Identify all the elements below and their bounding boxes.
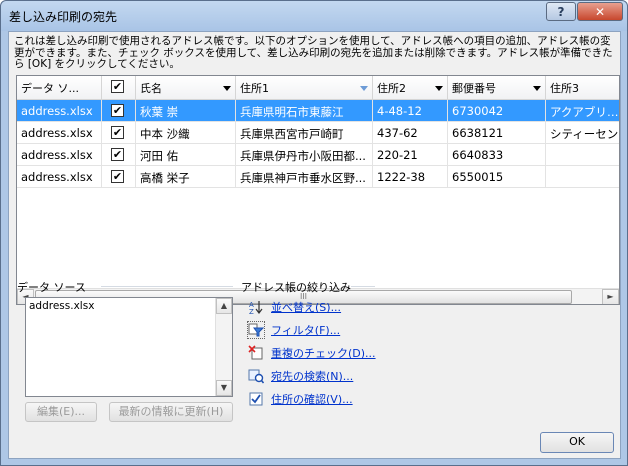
cell-address1: 兵庫県明石市東藤江 xyxy=(236,100,373,122)
duplicates-link-label[interactable]: 重複のチェック(D)... xyxy=(271,345,376,361)
cell-source: address.xlsx xyxy=(17,144,102,166)
sort-link[interactable]: AZ 並べ替え(S)... xyxy=(247,297,341,317)
window-title: 差し込み印刷の宛先 xyxy=(9,10,118,24)
scroll-right-icon[interactable]: ► xyxy=(602,289,619,304)
refine-group-label: アドレス帳の絞り込み xyxy=(241,281,351,294)
header-address2-label: 住所2 xyxy=(377,82,406,95)
find-recipient-icon xyxy=(247,367,265,385)
row-checkbox[interactable]: ✔ xyxy=(111,104,124,117)
find-recipient-link-label[interactable]: 宛先の検索(N)... xyxy=(271,368,353,384)
row-checkbox[interactable]: ✔ xyxy=(111,126,124,139)
cell-check: ✔ xyxy=(102,144,136,166)
edit-button[interactable]: 編集(E)... xyxy=(25,402,97,422)
cell-zip: 6640833 xyxy=(448,144,546,166)
table-row[interactable]: address.xlsx ✔ 河田 佑 兵庫県伊丹市小阪田都... 220-21… xyxy=(17,144,619,166)
header-name-label: 氏名 xyxy=(140,82,162,95)
dropdown-arrow-icon[interactable] xyxy=(533,86,541,91)
datasource-listbox[interactable]: address.xlsx ▲ ▼ xyxy=(25,297,233,397)
header-checkbox[interactable]: ✔ xyxy=(111,80,124,93)
dropdown-arrow-icon[interactable] xyxy=(435,86,443,91)
validate-address-icon xyxy=(247,390,265,408)
vertical-scrollbar[interactable]: ▲ ▼ xyxy=(215,298,232,396)
svg-text:Z: Z xyxy=(249,308,254,315)
find-recipient-link[interactable]: 宛先の検索(N)... xyxy=(247,366,353,386)
header-zip[interactable]: 郵便番号 xyxy=(448,76,546,100)
scroll-up-icon[interactable]: ▲ xyxy=(216,298,232,314)
validate-address-link-label[interactable]: 住所の確認(V)... xyxy=(271,391,353,407)
scroll-down-icon[interactable]: ▼ xyxy=(216,380,232,396)
recipients-grid[interactable]: データ ソ... ✔ 氏名 住所1 住所2 郵便番号 住所3 address.x… xyxy=(16,75,620,305)
title-bar[interactable]: 差し込み印刷の宛先 ? ✕ xyxy=(1,1,627,31)
sort-icon: AZ xyxy=(247,298,265,316)
help-button[interactable]: ? xyxy=(546,2,576,21)
validate-address-link[interactable]: 住所の確認(V)... xyxy=(247,389,353,409)
table-row[interactable]: address.xlsx ✔ 高橋 栄子 兵庫県神戸市垂水区野... 1222-… xyxy=(17,166,619,188)
filter-icon xyxy=(247,321,265,339)
table-row[interactable]: address.xlsx ✔ 秋葉 崇 兵庫県明石市東藤江 4-48-12 67… xyxy=(17,100,619,122)
mail-merge-recipients-dialog: 差し込み印刷の宛先 ? ✕ これは差し込み印刷で使用されるアドレス帳です。以下の… xyxy=(0,0,628,466)
row-checkbox[interactable]: ✔ xyxy=(111,170,124,183)
header-address3[interactable]: 住所3 xyxy=(546,76,619,100)
cell-address3 xyxy=(546,144,619,166)
cell-zip: 6638121 xyxy=(448,122,546,144)
description-text: これは差し込み印刷で使用されるアドレス帳です。以下のオプションを使用して、アドレ… xyxy=(14,35,613,70)
header-data-source[interactable]: データ ソ... xyxy=(17,76,102,100)
cell-name: 河田 佑 xyxy=(136,144,236,166)
cell-check: ✔ xyxy=(102,122,136,144)
cell-name: 高橋 栄子 xyxy=(136,166,236,188)
cell-zip: 6550015 xyxy=(448,166,546,188)
cell-check: ✔ xyxy=(102,100,136,122)
duplicate-check-icon xyxy=(247,344,265,362)
refresh-button[interactable]: 最新の情報に更新(H) xyxy=(109,402,233,422)
list-item[interactable]: address.xlsx xyxy=(29,300,94,312)
datasource-group-label: データ ソース xyxy=(17,281,86,294)
cell-zip: 6730042 xyxy=(448,100,546,122)
dropdown-arrow-icon[interactable] xyxy=(223,86,231,91)
header-zip-label: 郵便番号 xyxy=(452,82,496,95)
header-address1[interactable]: 住所1 xyxy=(236,76,373,100)
filter-link[interactable]: フィルタ(F)... xyxy=(247,320,340,340)
cell-address1: 兵庫県西宮市戸崎町 xyxy=(236,122,373,144)
cell-address2: 1222-38 xyxy=(373,166,448,188)
cell-address1: 兵庫県伊丹市小阪田都... xyxy=(236,144,373,166)
filter-link-label[interactable]: フィルタ(F)... xyxy=(271,322,340,338)
header-address2[interactable]: 住所2 xyxy=(373,76,448,100)
row-checkbox[interactable]: ✔ xyxy=(111,148,124,161)
cell-address2: 220-21 xyxy=(373,144,448,166)
cell-source: address.xlsx xyxy=(17,166,102,188)
ok-button[interactable]: OK xyxy=(540,432,614,453)
cell-name: 中本 沙織 xyxy=(136,122,236,144)
cell-name: 秋葉 崇 xyxy=(136,100,236,122)
dialog-body: これは差し込み印刷で使用されるアドレス帳です。以下のオプションを使用して、アドレ… xyxy=(8,31,621,459)
cell-address2: 437-62 xyxy=(373,122,448,144)
header-check[interactable]: ✔ xyxy=(102,76,136,100)
duplicates-link[interactable]: 重複のチェック(D)... xyxy=(247,343,376,363)
header-name[interactable]: 氏名 xyxy=(136,76,236,100)
cell-address1: 兵庫県神戸市垂水区野... xyxy=(236,166,373,188)
table-row[interactable]: address.xlsx ✔ 中本 沙織 兵庫県西宮市戸崎町 437-62 66… xyxy=(17,122,619,144)
cell-check: ✔ xyxy=(102,166,136,188)
header-address1-label: 住所1 xyxy=(240,82,269,95)
cell-source: address.xlsx xyxy=(17,100,102,122)
close-button[interactable]: ✕ xyxy=(577,2,623,21)
cell-address3: シティーセン xyxy=(550,127,619,141)
group-divider xyxy=(351,286,375,287)
cell-address3: アクアブリッジ xyxy=(550,105,619,119)
cell-address3 xyxy=(546,166,619,188)
sort-link-label[interactable]: 並べ替え(S)... xyxy=(271,299,341,315)
group-divider xyxy=(101,286,233,287)
dropdown-arrow-icon[interactable] xyxy=(360,86,368,91)
cell-source: address.xlsx xyxy=(17,122,102,144)
cell-address2: 4-48-12 xyxy=(373,100,448,122)
